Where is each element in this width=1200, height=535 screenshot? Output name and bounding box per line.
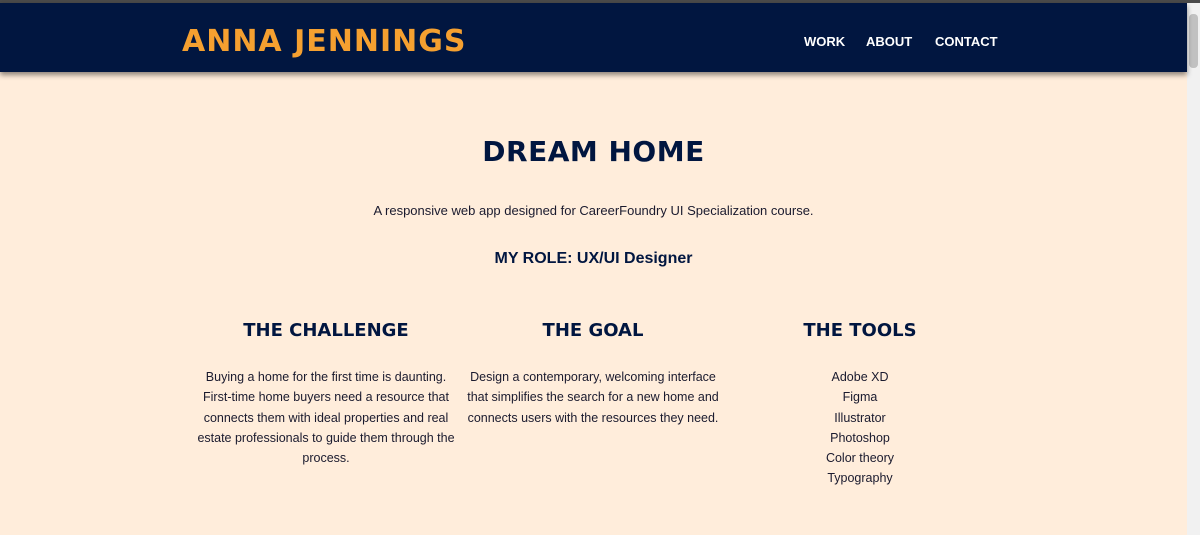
- challenge-text: Buying a home for the first time is daun…: [197, 370, 455, 466]
- project-subtitle: A responsive web app designed for Career…: [373, 203, 814, 218]
- nav-work-link[interactable]: WORK: [804, 34, 845, 50]
- tool-item: Photoshop: [830, 430, 890, 445]
- nav-contact-link[interactable]: CONTACT: [935, 34, 998, 50]
- scrollbar-thumb[interactable]: [1189, 14, 1198, 68]
- site-logo[interactable]: ANNA JENNINGS: [182, 25, 466, 59]
- tool-item: Figma: [842, 390, 878, 405]
- page-title: DREAM HOME: [482, 135, 705, 168]
- goal-section: THE GOAL Design a contemporary, welcomin…: [463, 319, 723, 428]
- tools-heading: THE TOOLS: [803, 320, 917, 341]
- project-role: MY ROLE: UX/UI Designer: [494, 250, 693, 267]
- tools-section: THE TOOLS Adobe XD Figma Illustrator Pho…: [760, 319, 960, 489]
- tool-item: Typography: [827, 471, 893, 486]
- vertical-scrollbar[interactable]: [1187, 3, 1200, 535]
- site-header: ANNA JENNINGS WORK ABOUT CONTACT: [0, 3, 1187, 72]
- tool-item: Illustrator: [834, 410, 886, 425]
- goal-text: Design a contemporary, welcoming interfa…: [467, 370, 719, 425]
- nav-about-link[interactable]: ABOUT: [866, 34, 912, 50]
- tool-item: Adobe XD: [831, 370, 889, 384]
- tool-item: Color theory: [825, 451, 895, 466]
- challenge-section: THE CHALLENGE Buying a home for the firs…: [196, 319, 456, 468]
- goal-heading: THE GOAL: [542, 320, 644, 341]
- tools-list: Adobe XD Figma Illustrator Photoshop Col…: [760, 367, 960, 489]
- challenge-heading: THE CHALLENGE: [243, 320, 409, 341]
